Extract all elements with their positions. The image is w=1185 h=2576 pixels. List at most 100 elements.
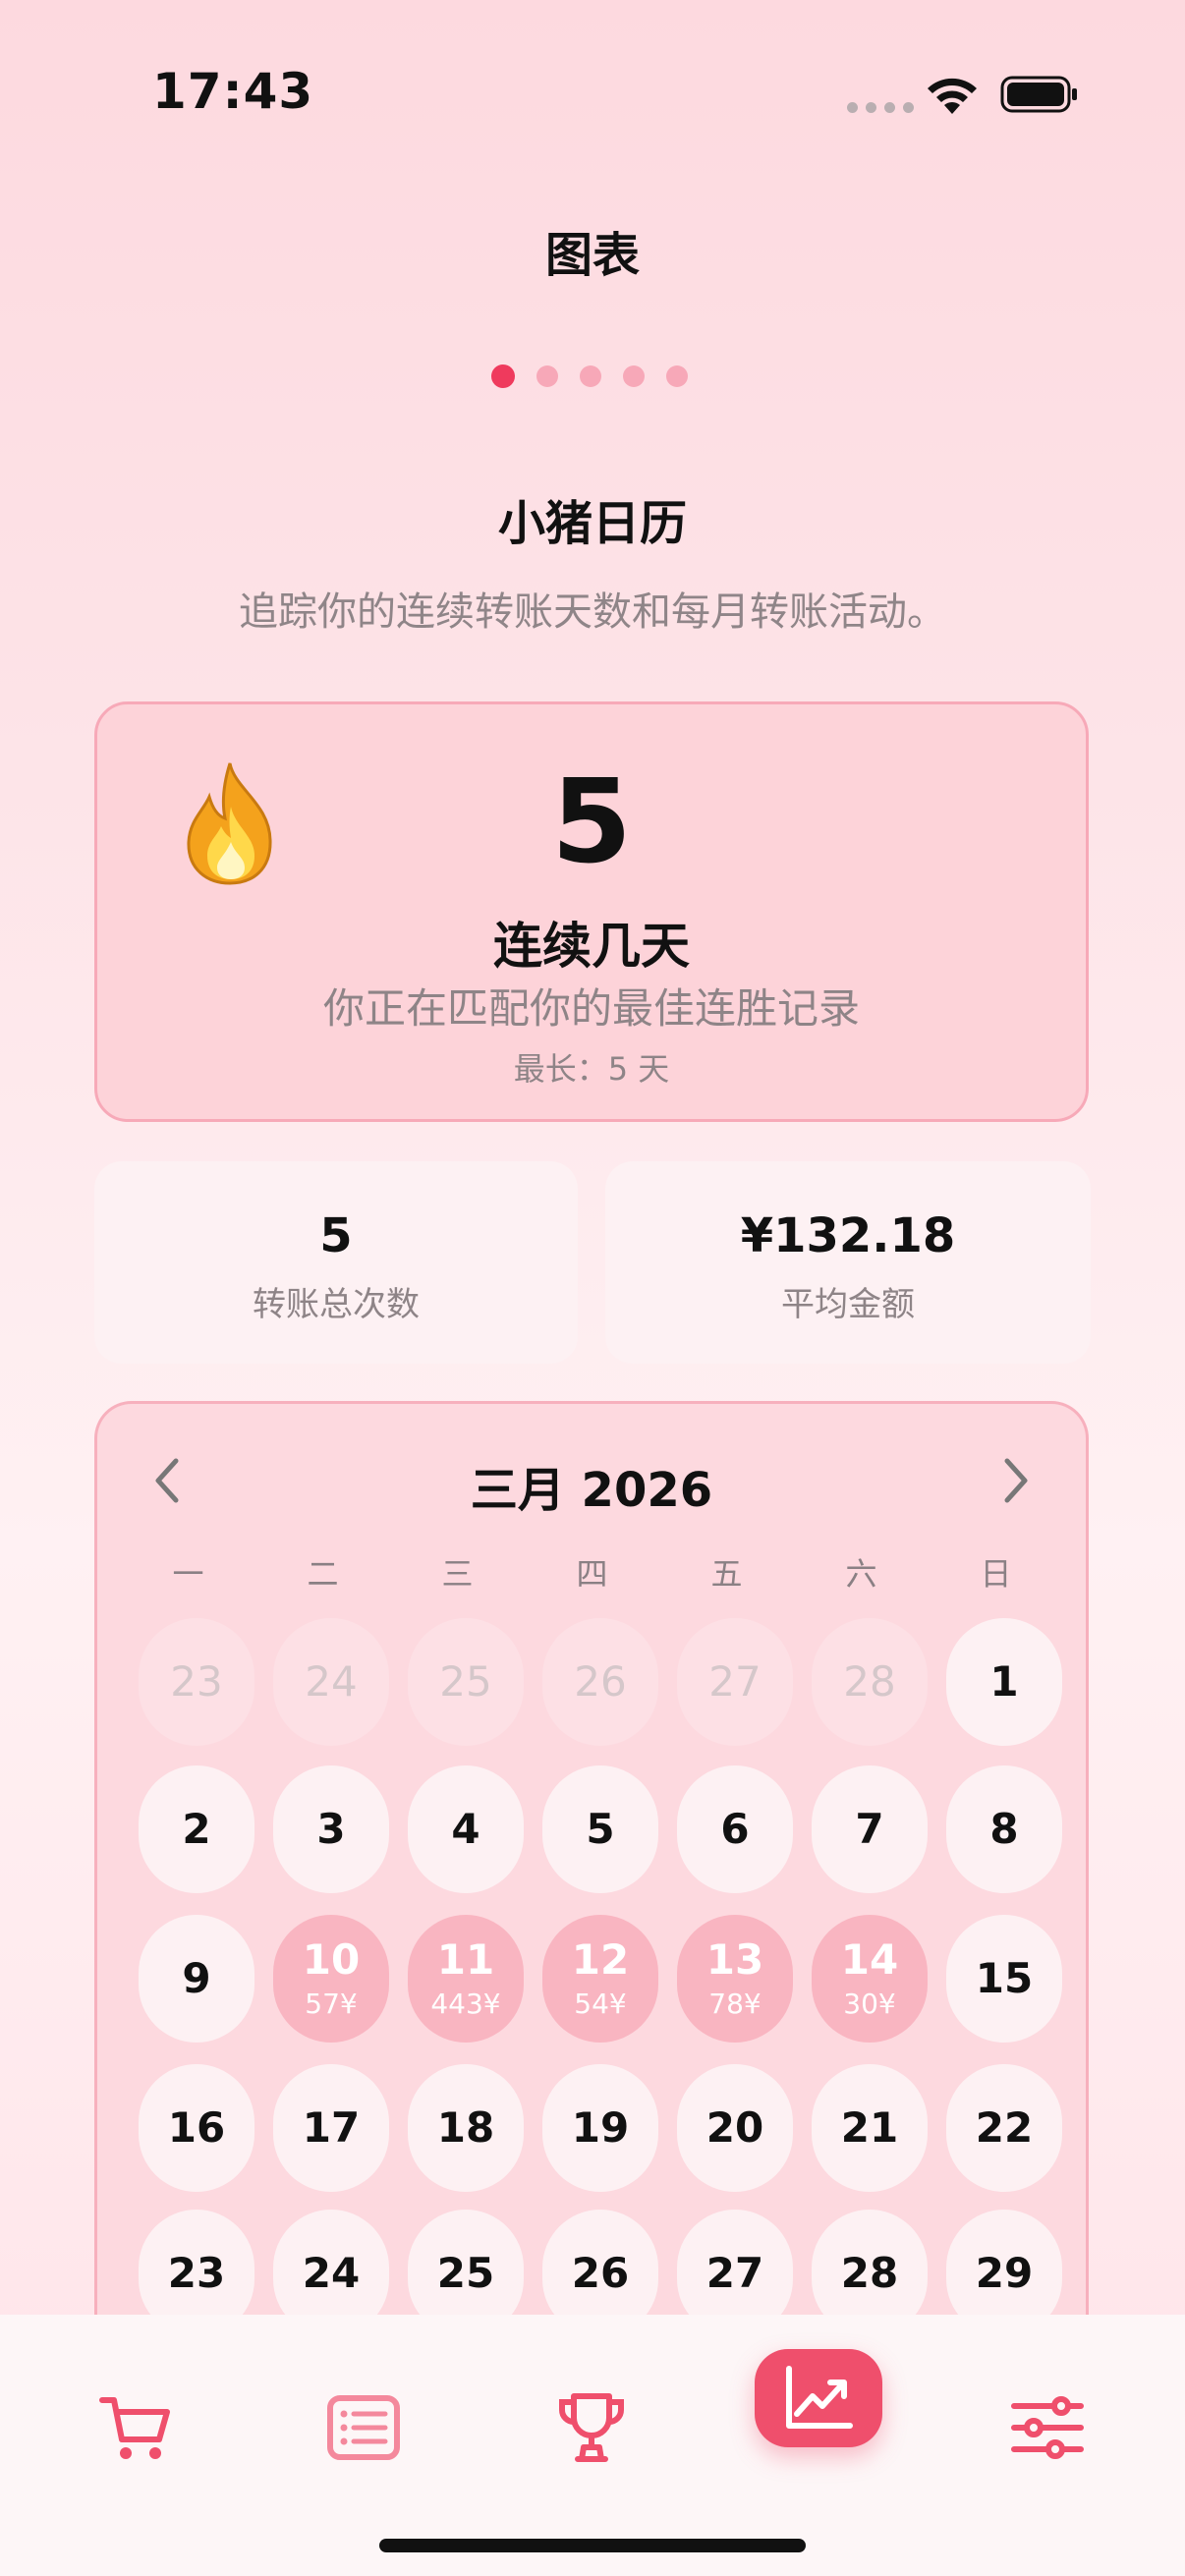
tab-bar — [0, 2315, 1185, 2576]
calendar-day-number: 26 — [571, 2249, 630, 2297]
calendar-day-number: 26 — [574, 1657, 627, 1706]
weekday-label: 二 — [307, 1555, 339, 1593]
calendar-day-number: 1 — [989, 1657, 1019, 1706]
average-amount-card: ¥132.18 平均金额 — [605, 1161, 1091, 1364]
calendar-day-number: 13 — [705, 1935, 764, 1984]
calendar-day[interactable]: 24 — [273, 1618, 389, 1746]
calendar-day[interactable]: 6 — [677, 1765, 793, 1893]
calendar-day-number: 21 — [840, 2103, 899, 2152]
calendar-day[interactable]: 27 — [677, 1618, 793, 1746]
calendar-day-number: 5 — [586, 1805, 615, 1853]
page-dot-1[interactable] — [491, 364, 515, 388]
page-dot-2[interactable] — [536, 365, 558, 387]
calendar-day-number: 6 — [720, 1805, 750, 1853]
trophy-icon — [559, 2393, 624, 2462]
sliders-icon — [1011, 2396, 1084, 2459]
calendar-day[interactable]: 21 — [812, 2064, 928, 2192]
calendar-day-amount: 78¥ — [708, 1988, 762, 2020]
calendar-day-number: 11 — [436, 1935, 495, 1984]
list-icon — [327, 2395, 400, 2460]
weekday-label: 日 — [980, 1555, 1012, 1593]
calendar-day[interactable]: 9 — [139, 1915, 254, 2043]
calendar-day[interactable]: 12 54¥ — [542, 1915, 658, 2043]
calendar-day-number: 28 — [840, 2249, 899, 2297]
total-transfers-label: 转账总次数 — [253, 1285, 420, 1324]
calendar-day[interactable]: 15 — [946, 1915, 1062, 2043]
home-indicator — [379, 2539, 806, 2552]
tab-trophy[interactable] — [533, 2374, 650, 2482]
calendar-day-number: 18 — [436, 2103, 495, 2152]
calendar-day[interactable]: 10 57¥ — [273, 1915, 389, 2043]
calendar-day[interactable]: 19 — [542, 2064, 658, 2192]
calendar-day[interactable]: 20 — [677, 2064, 793, 2192]
weekday-label: 五 — [710, 1555, 743, 1593]
calendar-day[interactable]: 17 — [273, 2064, 389, 2192]
calendar-day[interactable]: 4 — [408, 1765, 524, 1893]
calendar-month-title: 三月 2026 — [470, 1463, 713, 1518]
calendar-day-number: 27 — [708, 1657, 762, 1706]
calendar-day-amount: 443¥ — [430, 1988, 501, 2020]
page-dot-5[interactable] — [666, 365, 688, 387]
calendar-day-number: 23 — [170, 1657, 223, 1706]
tab-settings[interactable] — [988, 2374, 1106, 2482]
calendar-day[interactable]: 18 — [408, 2064, 524, 2192]
calendar-day-number: 4 — [451, 1805, 480, 1853]
calendar-day[interactable]: 26 — [542, 1618, 658, 1746]
weekday-label: 四 — [576, 1555, 608, 1593]
calendar-day-number: 25 — [439, 1657, 492, 1706]
tab-list[interactable] — [305, 2374, 423, 2482]
calendar-day[interactable]: 22 — [946, 2064, 1062, 2192]
calendar-day-number: 28 — [843, 1657, 896, 1706]
streak-value: 5 — [550, 754, 633, 889]
page-dot-4[interactable] — [623, 365, 645, 387]
calendar-day-number: 7 — [855, 1805, 884, 1853]
calendar-day-number: 19 — [571, 2103, 630, 2152]
tab-cart[interactable] — [77, 2374, 195, 2482]
calendar-day[interactable]: 1 — [946, 1618, 1062, 1746]
calendar-day[interactable]: 28 — [812, 1618, 928, 1746]
calendar-day[interactable]: 11 443¥ — [408, 1915, 524, 2043]
calendar-day-amount: 54¥ — [574, 1988, 627, 2020]
calendar-day[interactable]: 14 30¥ — [812, 1915, 928, 2043]
weekday-label: 一 — [172, 1555, 204, 1593]
calendar-day[interactable]: 5 — [542, 1765, 658, 1893]
calendar: 三月 2026 一二三四五六日 23 24 25 26 27 28 1 2 3 4 5 6 7 8 9 10 5… — [94, 1401, 1089, 2383]
calendar-day-number: 9 — [182, 1954, 211, 2002]
calendar-day-number: 20 — [705, 2103, 764, 2152]
section-subtitle: 追踪你的连续转账天数和每月转账活动。 — [239, 589, 946, 635]
page-indicator[interactable] — [491, 364, 688, 388]
streak-message: 你正在匹配你的最佳连胜记录 — [322, 984, 860, 1033]
page-dot-3[interactable] — [580, 365, 601, 387]
calendar-day[interactable]: 25 — [408, 1618, 524, 1746]
calendar-day-number: 22 — [975, 2103, 1034, 2152]
chart-icon — [786, 2366, 853, 2429]
weekday-label: 六 — [845, 1555, 877, 1593]
calendar-day-number: 15 — [975, 1954, 1034, 2002]
calendar-day[interactable]: 23 — [139, 1618, 254, 1746]
streak-card: 5 连续几天 你正在匹配你的最佳连胜记录 最长：5 天 — [94, 701, 1089, 1122]
calendar-day-number: 23 — [167, 2249, 226, 2297]
calendar-day-amount: 57¥ — [305, 1988, 358, 2020]
calendar-day[interactable]: 3 — [273, 1765, 389, 1893]
calendar-day[interactable]: 7 — [812, 1765, 928, 1893]
total-transfers-value: 5 — [319, 1208, 353, 1263]
average-amount-label: 平均金额 — [781, 1285, 915, 1324]
calendar-day[interactable]: 2 — [139, 1765, 254, 1893]
calendar-day-amount: 30¥ — [843, 1988, 896, 2020]
calendar-day-number: 8 — [989, 1805, 1019, 1853]
cart-icon — [99, 2397, 170, 2459]
calendar-day[interactable]: 16 — [139, 2064, 254, 2192]
wifi-icon — [928, 78, 977, 114]
status-time: 17:43 — [152, 63, 314, 120]
calendar-day-number: 16 — [167, 2103, 226, 2152]
status-bar: 17:43 — [0, 0, 1185, 187]
calendar-day-number: 29 — [975, 2249, 1034, 2297]
calendar-day-number: 24 — [302, 2249, 361, 2297]
calendar-day[interactable]: 13 78¥ — [677, 1915, 793, 2043]
tab-chart[interactable] — [755, 2349, 882, 2447]
chevron-right-icon[interactable] — [995, 1455, 1035, 1506]
calendar-day-number: 10 — [302, 1935, 361, 1984]
calendar-day-number: 12 — [571, 1935, 630, 1984]
total-transfers-card: 5 转账总次数 — [94, 1161, 578, 1364]
calendar-day[interactable]: 8 — [946, 1765, 1062, 1893]
